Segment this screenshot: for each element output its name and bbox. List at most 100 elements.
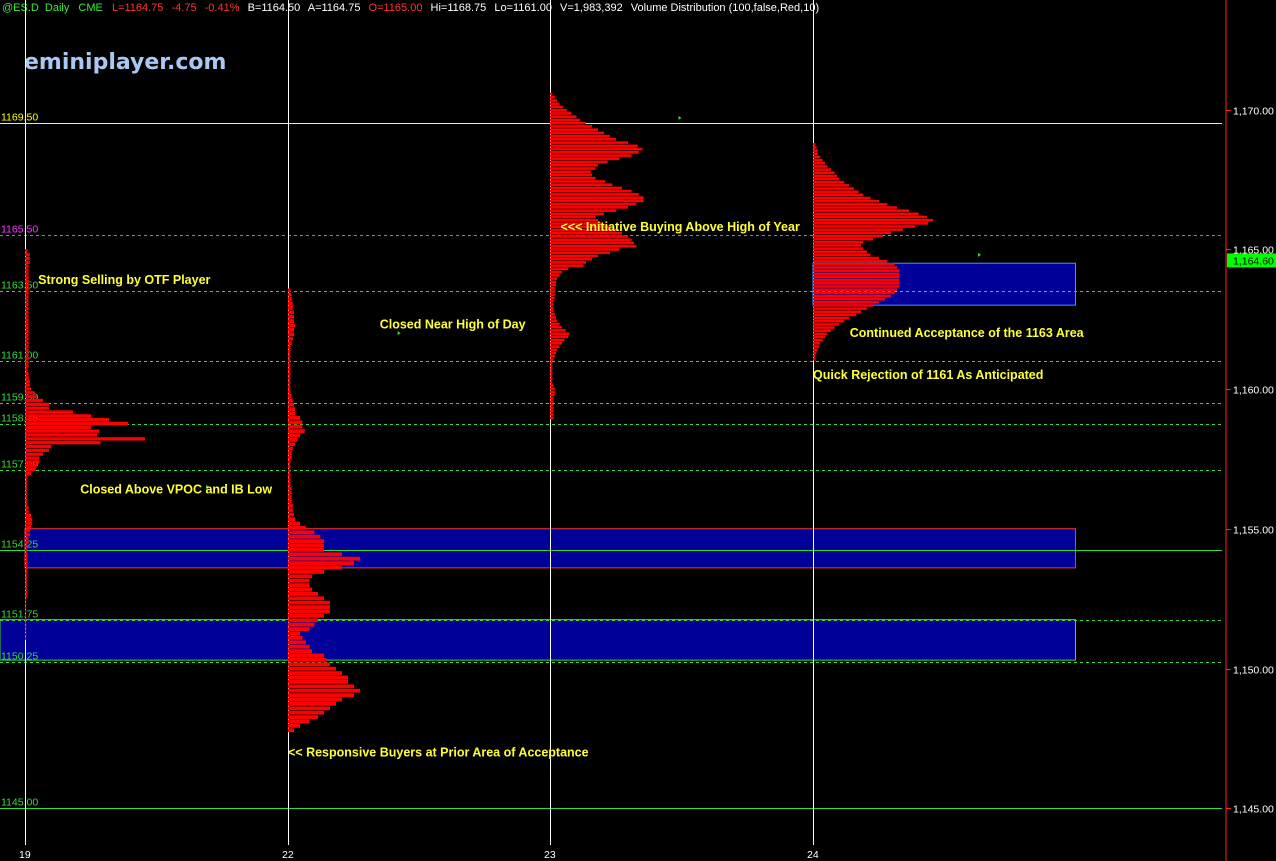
profile-bar — [25, 387, 31, 391]
profile-bar — [288, 288, 291, 293]
profile-bar — [813, 338, 823, 342]
profile-bar — [25, 306, 29, 311]
header-low: Lo=1161.00 — [494, 2, 552, 14]
header-change: -4.75 — [172, 2, 197, 14]
profile-bar — [288, 336, 293, 341]
profile-bar — [288, 578, 310, 583]
profile-bar — [25, 437, 145, 441]
profile-bar — [550, 403, 554, 407]
profile-bar — [813, 256, 879, 260]
profile-bar — [25, 402, 49, 406]
profile-bar — [550, 105, 564, 109]
profile-bar — [550, 173, 592, 177]
profile-bar — [550, 183, 613, 187]
profile-bar — [813, 329, 831, 333]
profile-bar — [813, 278, 900, 282]
date-label-22: 22 — [282, 849, 294, 861]
current-price-box: 1,164.60 — [1227, 253, 1276, 268]
profile-bar — [25, 556, 28, 560]
profile-bar — [288, 688, 360, 693]
profile-bar — [550, 335, 568, 339]
header-study: Volume Distribution (100,false,Red,10) — [631, 2, 819, 14]
profile-bar — [288, 358, 291, 363]
profile-bar — [550, 286, 555, 290]
profile-bar — [25, 521, 33, 525]
profile-bar — [550, 413, 554, 416]
profile-bar — [288, 653, 324, 658]
profile-bar — [550, 147, 643, 151]
profile-bar — [288, 649, 312, 653]
profile-bar — [813, 297, 885, 301]
profile-bar — [550, 410, 554, 413]
level-label-8: 1151.75 — [1, 609, 38, 621]
profile-bar — [288, 521, 300, 526]
profile-bar — [25, 310, 29, 314]
profile-bar — [25, 609, 27, 614]
level-label-0: 1169.50 — [1, 112, 38, 124]
profile-bar — [25, 395, 37, 399]
profile-bar — [288, 327, 294, 332]
profile-bar — [25, 441, 101, 445]
profile-bar — [288, 508, 293, 513]
profile-bar — [288, 446, 293, 451]
profile-bar — [813, 161, 825, 165]
profile-bar — [813, 313, 857, 317]
profile-bar — [813, 342, 821, 345]
profile-bar — [550, 329, 566, 332]
profile-bar — [550, 270, 562, 274]
profile-bar — [813, 206, 897, 209]
profile-bar — [288, 715, 318, 719]
profile-bar — [288, 314, 294, 319]
profile-bar — [25, 490, 28, 495]
profile-bar — [550, 299, 554, 303]
profile-bar — [813, 301, 879, 304]
profile-bar — [813, 275, 900, 279]
profile-bar — [25, 299, 29, 303]
header-exchange: CME — [78, 2, 102, 14]
profile-bar — [25, 540, 29, 545]
profile-bar — [288, 345, 291, 350]
profile-bar — [288, 332, 294, 337]
level-label-7: 1154.25 — [1, 539, 38, 551]
profile-bar — [25, 341, 29, 345]
profile-bar — [550, 160, 608, 164]
level-label-1: 1165.50 — [1, 224, 38, 236]
profile-bar — [25, 510, 29, 514]
y-tick-label: 1,155.00 — [1233, 525, 1274, 537]
profile-bar — [288, 341, 292, 345]
profile-bar — [25, 625, 27, 629]
profile-bar — [288, 499, 292, 504]
profile-bar — [550, 380, 553, 384]
profile-bar — [550, 312, 555, 316]
profile-bar — [813, 253, 871, 257]
profile-bar — [25, 345, 29, 349]
profile-bar — [550, 261, 586, 264]
volume-profile-chart[interactable]: @ES.D Daily CME L=1164.75 -4.75 -0.41% B… — [0, 0, 1276, 861]
profile-bar — [288, 319, 294, 323]
profile-bar — [813, 212, 919, 216]
profile-bar — [25, 464, 37, 468]
profile-bar — [550, 238, 632, 242]
y-tick-label: 1,170.00 — [1233, 106, 1274, 118]
profile-bar — [288, 481, 291, 486]
profile-bar — [550, 257, 592, 261]
profile-bar — [25, 260, 30, 264]
profile-bar — [25, 590, 28, 594]
profile-bar — [550, 322, 560, 326]
date-label-24: 24 — [807, 849, 819, 861]
profile-bar — [25, 391, 35, 395]
profile-bar — [288, 442, 296, 447]
profile-bar — [813, 152, 818, 156]
profile-bar — [813, 319, 845, 323]
profile-bar — [288, 534, 321, 539]
annotation-5: Continued Acceptance of the 1163 Area — [850, 326, 1085, 340]
profile-bar — [550, 358, 554, 361]
profile-bar — [25, 525, 31, 529]
profile-bar — [813, 348, 818, 351]
profile-bar — [813, 171, 835, 175]
profile-bar — [25, 583, 28, 587]
profile-bar — [288, 631, 300, 636]
profile-bar — [25, 575, 28, 579]
profile-bar — [550, 176, 596, 180]
profile-bar — [25, 479, 28, 483]
